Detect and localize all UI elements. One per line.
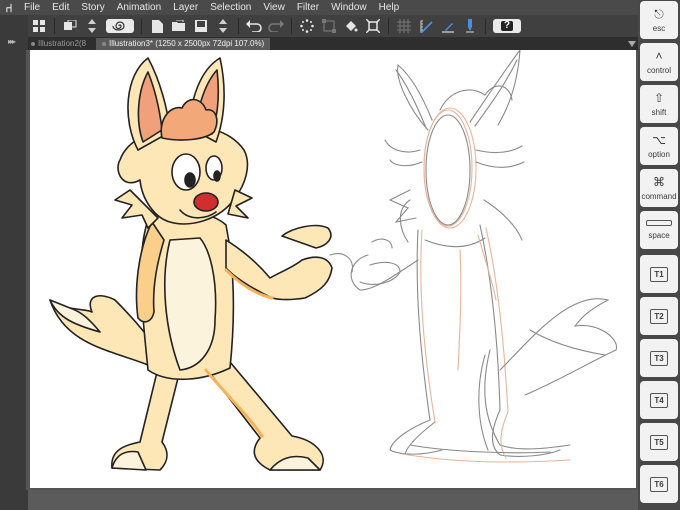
grid-icon[interactable] — [30, 17, 48, 35]
space-key[interactable]: space — [640, 211, 678, 249]
fill-icon[interactable] — [342, 17, 360, 35]
command-key[interactable]: ⌘ command — [640, 169, 678, 207]
tab-label: Illustration2(8 — [38, 38, 87, 48]
key-label: shift — [651, 107, 667, 117]
up-down-stepper-icon[interactable] — [214, 17, 232, 35]
crop-icon[interactable] — [364, 17, 382, 35]
sketch-fox-drawing — [329, 48, 617, 463]
key-label: T1 — [650, 266, 668, 282]
bottom-bar — [28, 490, 638, 510]
ruler-icon[interactable] — [417, 17, 435, 35]
menu-layer[interactable]: Layer — [167, 0, 204, 15]
esc-key[interactable]: ⎋ esc — [640, 1, 678, 39]
shift-icon: ⇧ — [653, 91, 665, 105]
save-icon[interactable] — [192, 17, 210, 35]
transform-icon[interactable] — [320, 17, 338, 35]
help-label: ? — [500, 21, 514, 31]
command-bar: ? — [28, 15, 638, 37]
key-label: command — [641, 191, 677, 201]
document-tab-bar: Illustration2(8 Illustration3* (1250 x 2… — [28, 37, 638, 50]
left-panel-strip: ▸▸▸ — [0, 15, 28, 510]
drawing-canvas[interactable] — [30, 48, 636, 488]
command-icon: ⌘ — [653, 175, 665, 189]
redo-icon[interactable] — [267, 17, 285, 35]
t2-key[interactable]: T2 — [640, 297, 678, 335]
option-key[interactable]: ⌥ option — [640, 127, 678, 165]
toolbar-divider — [238, 18, 239, 34]
space-bar-icon — [646, 220, 672, 226]
menu-filter[interactable]: Filter — [291, 0, 325, 15]
toolbar-divider — [485, 18, 486, 34]
key-label: option — [648, 149, 670, 159]
artwork — [49, 48, 617, 471]
toolbar-divider — [141, 18, 142, 34]
tab-close-icon[interactable] — [102, 41, 106, 46]
key-label: esc — [652, 23, 666, 33]
pen-pressure-icon[interactable] — [461, 17, 479, 35]
open-folder-icon[interactable] — [170, 17, 188, 35]
t1-key[interactable]: T1 — [640, 255, 678, 293]
tab-menu-chevron-icon[interactable] — [626, 38, 638, 50]
key-label: T2 — [650, 308, 668, 324]
edit-ruler-icon[interactable] — [439, 17, 457, 35]
menu-view[interactable]: View — [257, 0, 291, 15]
esc-icon: ⎋ — [654, 7, 664, 21]
key-label: space — [648, 231, 670, 240]
menu-help[interactable]: Help — [373, 0, 406, 15]
tab-illustration2[interactable]: Illustration2(8 — [28, 38, 96, 50]
tab-close-icon[interactable] — [31, 41, 35, 46]
toolbar-divider — [291, 18, 292, 34]
sparkle-icon[interactable] — [298, 17, 316, 35]
menu-bar: ⑁ File Edit Story Animation Layer Select… — [0, 0, 638, 15]
t6-key[interactable]: T6 — [640, 465, 678, 503]
key-label: T3 — [650, 350, 668, 366]
expand-panels-icon[interactable]: ▸▸▸ — [8, 37, 16, 46]
color-swap-icon[interactable] — [61, 17, 79, 35]
key-label: T5 — [650, 434, 668, 450]
tab-label: Illustration3* (1250 x 2500px 72dpi 107.… — [109, 38, 265, 48]
modifier-keys-panel: ⎋ esc ˄ control ⇧ shift ⌥ option ⌘ comma… — [638, 0, 680, 510]
option-icon: ⌥ — [652, 133, 666, 147]
key-label: control — [646, 65, 671, 75]
shift-key[interactable]: ⇧ shift — [640, 85, 678, 123]
toolbar-divider — [54, 18, 55, 34]
t3-key[interactable]: T3 — [640, 339, 678, 377]
app-logo-icon[interactable]: ⑁ — [0, 0, 18, 15]
menu-animation[interactable]: Animation — [111, 0, 167, 15]
up-down-stepper-icon[interactable] — [83, 17, 101, 35]
snap-grid-icon[interactable] — [395, 17, 413, 35]
key-label: T6 — [650, 476, 668, 492]
menu-story[interactable]: Story — [75, 0, 110, 15]
new-file-icon[interactable] — [148, 17, 166, 35]
t4-key[interactable]: T4 — [640, 381, 678, 419]
spiral-brush-icon[interactable] — [106, 19, 134, 33]
undo-icon[interactable] — [245, 17, 263, 35]
menu-edit[interactable]: Edit — [46, 0, 75, 15]
menu-window[interactable]: Window — [325, 0, 373, 15]
help-icon[interactable]: ? — [493, 19, 521, 33]
menu-file[interactable]: File — [18, 0, 46, 15]
key-label: T4 — [650, 392, 668, 408]
toolbar-divider — [388, 18, 389, 34]
control-key[interactable]: ˄ control — [640, 43, 678, 81]
t5-key[interactable]: T5 — [640, 423, 678, 461]
canvas-area[interactable] — [28, 48, 638, 490]
menu-selection[interactable]: Selection — [204, 0, 257, 15]
tab-illustration3[interactable]: Illustration3* (1250 x 2500px 72dpi 107.… — [96, 37, 271, 50]
colored-fox-illustration — [49, 57, 333, 471]
control-icon: ˄ — [655, 49, 663, 63]
